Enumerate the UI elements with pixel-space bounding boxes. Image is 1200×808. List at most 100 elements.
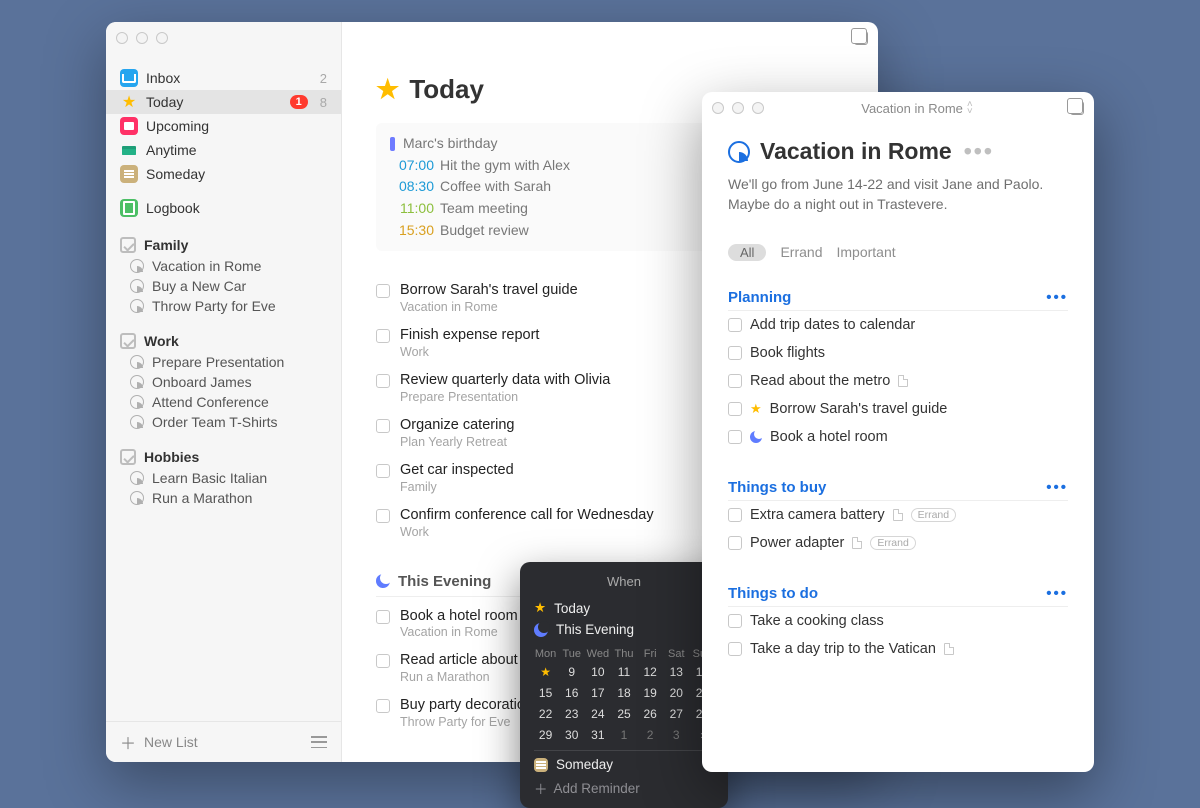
project-title-text[interactable]: Vacation in Rome [760,138,952,165]
settings-icon[interactable] [311,736,327,748]
tag-important[interactable]: Important [836,244,895,261]
sidebar-project[interactable]: Onboard James [106,372,341,392]
task-row[interactable]: Read about the metro [728,367,1068,395]
cal-day[interactable]: 20 [665,684,688,702]
sidebar-item-logbook[interactable]: Logbook [106,196,341,220]
checkbox[interactable] [728,402,742,416]
event-title[interactable]: Budget review [440,220,529,242]
cal-day[interactable]: 19 [639,684,662,702]
task-row[interactable]: ★ Borrow Sarah's travel guide [728,395,1068,423]
cal-day[interactable]: ★ [534,663,557,681]
sidebar-project[interactable]: Learn Basic Italian [106,468,341,488]
new-window-icon[interactable] [854,31,868,45]
area-family[interactable]: Family [106,234,341,256]
cal-day[interactable]: 16 [560,684,583,702]
cal-day[interactable]: 12 [639,663,662,681]
when-add-reminder[interactable]: ＋ Add Reminder [534,772,714,798]
cal-day[interactable]: 29 [534,726,557,744]
sidebar-item-inbox[interactable]: Inbox 2 [106,66,341,90]
task-row[interactable]: Take a day trip to the Vatican [728,635,1068,663]
checkbox[interactable] [376,419,390,433]
cal-day[interactable]: 9 [560,663,583,681]
more-icon[interactable]: ••• [964,138,994,165]
window-controls[interactable] [116,32,168,44]
event-title[interactable]: Hit the gym with Alex [440,155,570,177]
sidebar-item-someday[interactable]: Someday [106,162,341,186]
cal-day[interactable]: 15 [534,684,557,702]
cal-day[interactable]: 22 [534,705,557,723]
checkbox[interactable] [728,642,742,656]
checkbox[interactable] [728,614,742,628]
event-title[interactable]: Coffee with Sarah [440,176,551,198]
cal-day[interactable]: 3 [665,726,688,744]
task-row[interactable]: Book a hotel room [728,423,1068,451]
checkbox[interactable] [376,509,390,523]
sidebar-project[interactable]: Order Team T-Shirts [106,412,341,432]
checkbox[interactable] [376,464,390,478]
tag-errand[interactable]: Errand [780,244,822,261]
cal-day[interactable]: 31 [586,726,609,744]
checkbox[interactable] [376,654,390,668]
mini-calendar[interactable]: MonTueWedThuFriSatSun★910111213141516171… [534,648,714,744]
cal-day[interactable]: 17 [586,684,609,702]
checkbox[interactable] [728,346,742,360]
cal-day[interactable]: 1 [612,726,635,744]
more-icon[interactable]: ••• [1046,585,1068,602]
sidebar-item-today[interactable]: ★ Today 1 8 [106,90,341,114]
task-row[interactable]: Add trip dates to calendar [728,311,1068,339]
sidebar-project[interactable]: Attend Conference [106,392,341,412]
cal-day[interactable]: 25 [612,705,635,723]
project-section-header[interactable]: Planning ••• [728,289,1068,311]
task-row[interactable]: Take a cooking class [728,607,1068,635]
checkbox[interactable] [376,284,390,298]
cal-day[interactable]: 13 [665,663,688,681]
area-work[interactable]: Work [106,330,341,352]
task-row[interactable]: Book flights [728,339,1068,367]
checkbox[interactable] [376,610,390,624]
new-window-icon[interactable] [1070,101,1084,115]
titlebar-title[interactable]: Vacation in Rome ˄˅ [764,101,1070,116]
cal-day[interactable]: 26 [639,705,662,723]
zoom-dot[interactable] [156,32,168,44]
sidebar-project[interactable]: Vacation in Rome [106,256,341,276]
task-row[interactable]: Extra camera battery Errand [728,501,1068,529]
checkbox[interactable] [376,374,390,388]
task-tag[interactable]: Errand [911,508,957,522]
sidebar-project[interactable]: Prepare Presentation [106,352,341,372]
project-description[interactable]: We'll go from June 14-22 and visit Jane … [728,175,1068,214]
task-row[interactable]: Power adapter Errand [728,529,1068,557]
cal-day[interactable]: 18 [612,684,635,702]
sidebar-project[interactable]: Throw Party for Eve [106,296,341,316]
cal-day[interactable]: 10 [586,663,609,681]
checkbox[interactable] [376,699,390,713]
minimize-dot[interactable] [732,102,744,114]
cal-day[interactable]: 30 [560,726,583,744]
checkbox[interactable] [728,536,742,550]
checkbox[interactable] [728,430,742,444]
when-someday[interactable]: Someday [534,750,714,772]
close-dot[interactable] [712,102,724,114]
window-controls[interactable] [712,102,764,114]
cal-day[interactable]: 2 [639,726,662,744]
new-list-button[interactable]: New List [144,734,198,750]
sidebar-item-anytime[interactable]: Anytime [106,138,341,162]
cal-day[interactable]: 24 [586,705,609,723]
event-title[interactable]: Marc's birthday [403,133,497,155]
area-hobbies[interactable]: Hobbies [106,446,341,468]
more-icon[interactable]: ••• [1046,289,1068,306]
tag-all[interactable]: All [728,244,766,261]
more-icon[interactable]: ••• [1046,479,1068,496]
event-title[interactable]: Team meeting [440,198,528,220]
zoom-dot[interactable] [752,102,764,114]
sidebar-project[interactable]: Run a Marathon [106,488,341,508]
task-tag[interactable]: Errand [870,536,916,550]
sidebar-item-upcoming[interactable]: Upcoming [106,114,341,138]
project-section-header[interactable]: Things to buy ••• [728,479,1068,501]
plus-icon[interactable]: ＋ [120,730,136,754]
cal-day[interactable]: 27 [665,705,688,723]
cal-day[interactable]: 23 [560,705,583,723]
cal-day[interactable]: 11 [612,663,635,681]
checkbox[interactable] [728,318,742,332]
close-dot[interactable] [116,32,128,44]
checkbox[interactable] [728,508,742,522]
